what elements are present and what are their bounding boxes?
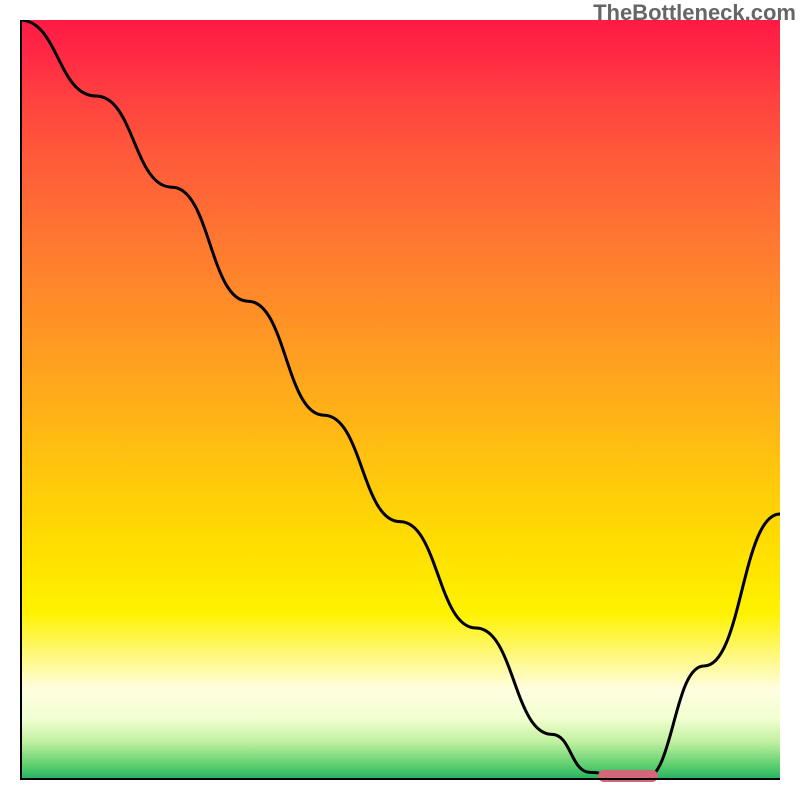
- chart-container: [20, 20, 780, 780]
- optimal-range-marker: [598, 770, 659, 782]
- x-axis: [20, 778, 780, 780]
- y-axis: [20, 20, 22, 780]
- watermark-text: TheBottleneck.com: [593, 0, 796, 26]
- bottleneck-curve: [20, 20, 780, 780]
